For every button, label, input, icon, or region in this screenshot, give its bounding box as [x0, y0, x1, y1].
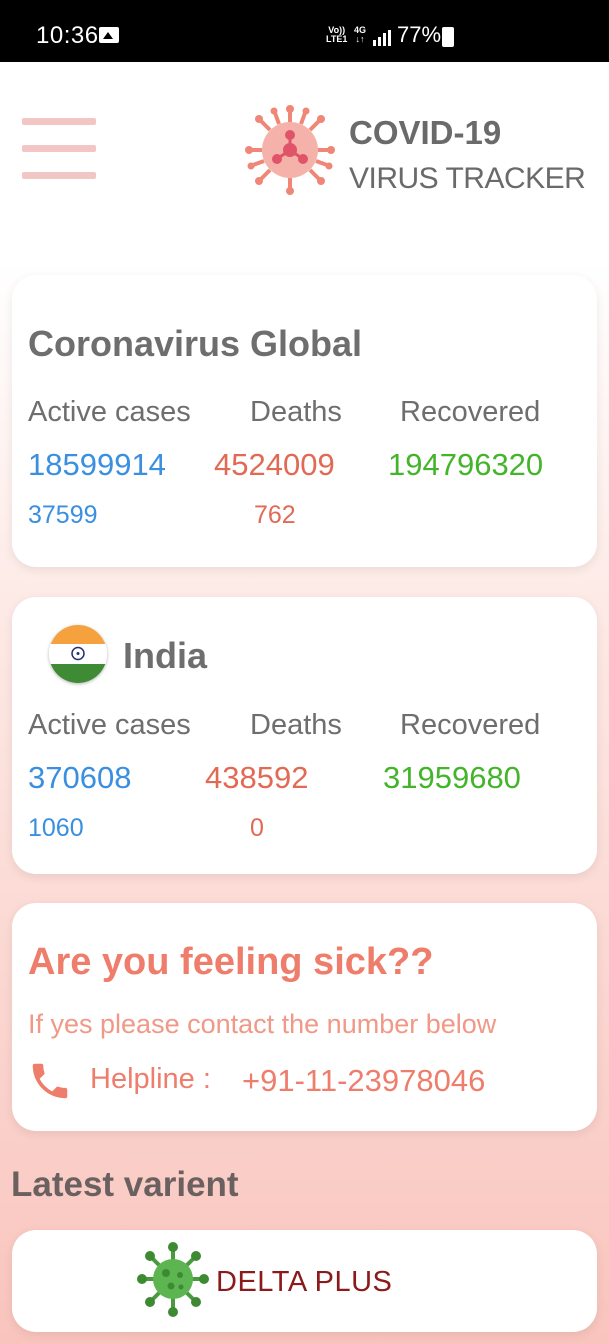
india-active-label: Active cases: [28, 709, 191, 741]
global-deaths-value: 4524009: [214, 447, 335, 482]
battery-percentage: 77%: [397, 22, 442, 47]
global-active-value: 18599914: [28, 447, 166, 482]
status-bar: 10:36 Vo)) LTE1 4G ↓↑ 77%: [0, 0, 609, 62]
india-recovered-label: Recovered: [400, 709, 541, 741]
global-recovered-label: Recovered: [400, 396, 541, 428]
volte-indicator: Vo)) LTE1: [326, 25, 348, 44]
india-deaths-value: 438592: [205, 760, 309, 795]
india-deaths-label: Deaths: [250, 709, 342, 741]
status-time: 10:36: [36, 22, 99, 49]
india-flag-icon: [49, 625, 107, 683]
variant-card[interactable]: DELTA PLUS: [12, 1230, 597, 1332]
india-stats-card: India Active cases Deaths Recovered 3706…: [12, 597, 597, 874]
virus-logo-icon: [245, 105, 335, 195]
phone-icon[interactable]: [27, 1058, 73, 1104]
helpline-number[interactable]: +91-11-23978046: [242, 1063, 485, 1099]
global-title: Coronavirus Global: [28, 323, 363, 364]
global-active-new: 37599: [28, 501, 98, 529]
helpline-card: Are you feeling sick?? If yes please con…: [12, 903, 597, 1131]
network-type-indicator: 4G ↓↑: [354, 25, 367, 44]
global-deaths-label: Deaths: [250, 396, 342, 428]
latest-variant-heading: Latest varient: [11, 1165, 239, 1204]
global-active-label: Active cases: [28, 396, 191, 428]
battery-charging-icon: [442, 27, 454, 47]
sick-title: Are you feeling sick??: [28, 941, 434, 983]
global-stats-card: Coronavirus Global Active cases Deaths R…: [12, 275, 597, 567]
global-deaths-new: 762: [254, 501, 296, 529]
variant-name: DELTA PLUS: [216, 1266, 393, 1298]
india-deaths-new: 0: [250, 814, 264, 842]
global-recovered-value: 194796320: [388, 447, 544, 482]
india-title: India: [123, 635, 208, 676]
sick-subtitle: If yes please contact the number below: [28, 1009, 497, 1039]
hamburger-menu-icon[interactable]: [22, 116, 96, 182]
app-subtitle: VIRUS TRACKER: [349, 162, 586, 195]
app-title: COVID-19: [349, 114, 502, 151]
image-icon: [99, 27, 119, 43]
india-active-new: 1060: [28, 814, 84, 842]
virus-green-icon: [137, 1242, 209, 1317]
helpline-label: Helpline :: [90, 1063, 211, 1095]
signal-icon: [373, 30, 391, 46]
india-recovered-value: 31959680: [383, 760, 521, 795]
india-active-value: 370608: [28, 760, 132, 795]
